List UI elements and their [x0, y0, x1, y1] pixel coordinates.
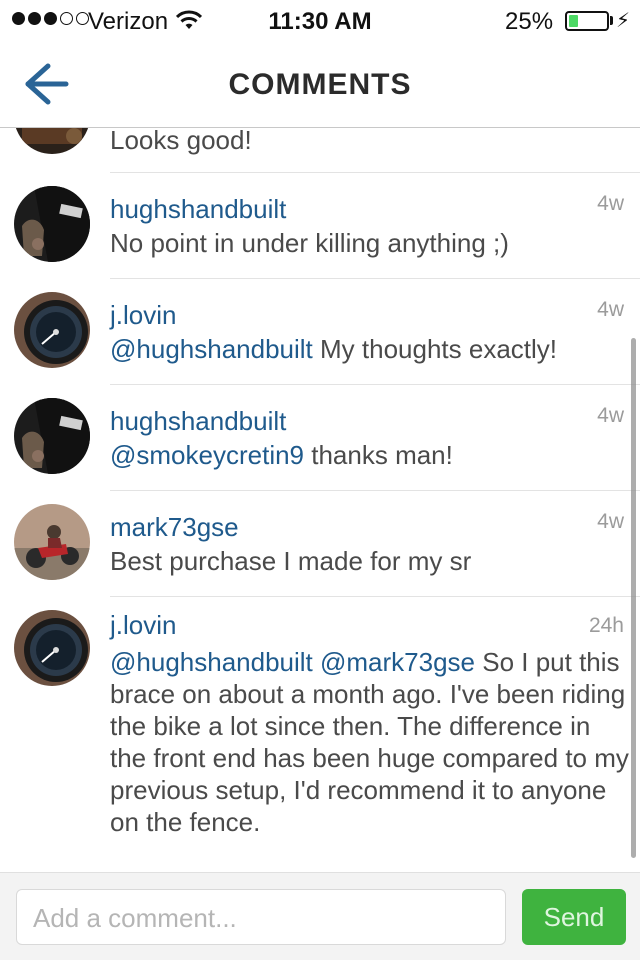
comment-item: Looks good!	[0, 128, 640, 172]
comment-username[interactable]: j.lovin	[110, 300, 176, 331]
comment-username[interactable]: hughshandbuilt	[110, 406, 286, 437]
comment-item: hughshandbuilt 4w @smokeycretin9 thanks …	[0, 384, 640, 490]
avatar[interactable]	[14, 292, 90, 368]
comment-text: Best purchase I made for my sr	[110, 546, 472, 576]
comment-text: No point in under killing anything ;)	[110, 228, 509, 258]
comment-age: 4w	[597, 404, 624, 427]
avatar[interactable]	[14, 128, 90, 154]
comment-age: 4w	[597, 192, 624, 215]
comment-item: hughshandbuilt 4w No point in under kill…	[0, 172, 640, 278]
battery-tip	[610, 16, 613, 25]
charging-icon: ⚡	[616, 10, 631, 32]
comment-item: mark73gse 4w Best purchase I made for my…	[0, 490, 640, 596]
comment-age: 4w	[597, 298, 624, 321]
comment-username[interactable]: j.lovin	[110, 610, 176, 641]
send-button[interactable]: Send	[522, 889, 626, 945]
avatar[interactable]	[14, 610, 90, 686]
comment-username[interactable]: mark73gse	[110, 512, 239, 543]
avatar[interactable]	[14, 504, 90, 580]
battery-percentage: 25%	[505, 8, 554, 35]
comment-item: j.lovin 4w @hughshandbuilt My thoughts e…	[0, 278, 640, 384]
navigation-bar: COMMENTS	[0, 40, 640, 128]
comment-text: @smokeycretin9 thanks man!	[110, 439, 630, 471]
mention-link[interactable]: @hughshandbuilt	[110, 334, 313, 364]
mention-link[interactable]: @hughshandbuilt @mark73gse	[110, 647, 475, 677]
comment-body: My thoughts exactly!	[312, 334, 558, 364]
comment-input[interactable]: Add a comment...	[16, 889, 506, 945]
avatar[interactable]	[14, 398, 90, 474]
comment-text: @hughshandbuilt @mark73gse So I put this…	[110, 646, 630, 838]
comments-list[interactable]: Looks good! hughshandbuilt 4w No point i…	[0, 128, 640, 872]
comment-text: Looks good!	[110, 128, 252, 155]
battery-icon	[565, 11, 609, 31]
mention-link[interactable]: @smokeycretin9	[110, 440, 304, 470]
scrollbar[interactable]	[631, 338, 636, 858]
comment-body: thanks man!	[304, 440, 453, 470]
comment-age: 24h	[588, 614, 624, 637]
page-title: COMMENTS	[228, 68, 412, 101]
comment-username[interactable]: hughshandbuilt	[110, 194, 286, 225]
comment-text: @hughshandbuilt My thoughts exactly!	[110, 333, 630, 365]
avatar[interactable]	[14, 186, 90, 262]
comment-composer: Add a comment... Send	[0, 872, 640, 960]
comment-age: 4w	[597, 510, 624, 533]
comment-item: j.lovin 24h @hughshandbuilt @mark73gse S…	[0, 596, 640, 872]
status-bar: Verizon 11:30 AM 25% ⚡	[0, 0, 640, 40]
